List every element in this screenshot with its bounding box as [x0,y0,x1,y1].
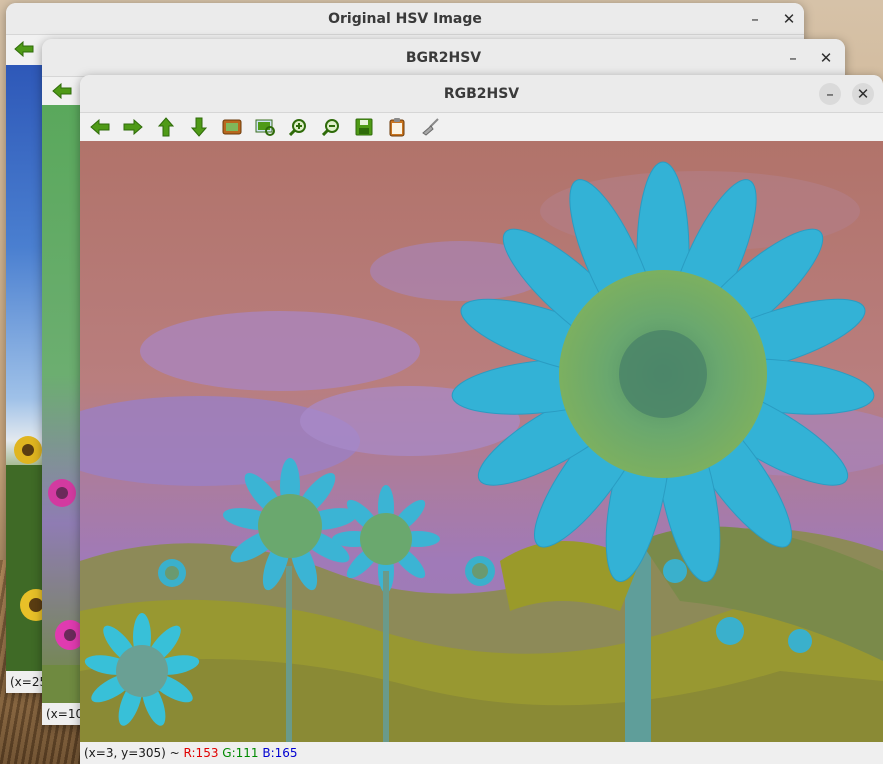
arrow-left-icon[interactable] [12,38,36,60]
minimize-button[interactable]: – [744,8,766,30]
status-green-value: G:111 [222,746,259,760]
arrow-right-icon[interactable] [121,116,145,138]
window-title: BGR2HSV [405,50,482,66]
arrow-left-icon[interactable] [88,116,112,138]
arrow-down-icon[interactable] [187,116,211,138]
minimize-button[interactable]: – [782,47,804,69]
arrow-left-icon[interactable] [50,80,74,102]
toolbar [80,113,883,141]
window-title: RGB2HSV [443,86,520,102]
save-icon[interactable] [352,116,376,138]
close-button[interactable]: ✕ [815,47,837,69]
status-bar: (x=3, y=305) ~ R:153 G:111 B:165 [80,742,883,764]
close-button[interactable]: ✕ [852,83,874,105]
window-title: Original HSV Image [328,11,482,27]
status-red-value: R:153 [183,746,219,760]
zoom-fit-icon[interactable] [220,116,244,138]
status-coords: (x=3, y=305) ~ [84,746,180,760]
clear-icon[interactable] [418,116,442,138]
properties-icon[interactable] [385,116,409,138]
image-canvas[interactable] [80,141,883,742]
arrow-up-icon[interactable] [154,116,178,138]
close-button[interactable]: ✕ [778,8,800,30]
minimize-button[interactable]: – [819,83,841,105]
zoom-image-icon[interactable] [253,116,277,138]
window-rgb2hsv[interactable]: RGB2HSV – ✕ (x=3, y=305) ~ R:153 G:111 B… [80,75,883,764]
zoom-in-icon[interactable] [286,116,310,138]
zoom-out-icon[interactable] [319,116,343,138]
status-blue-value: B:165 [262,746,298,760]
